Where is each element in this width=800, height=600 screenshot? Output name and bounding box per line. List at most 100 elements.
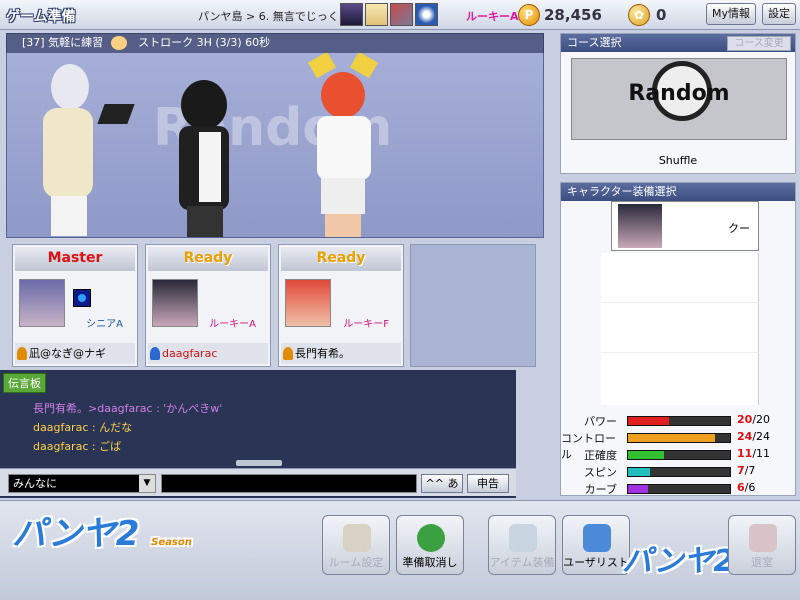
user-icon <box>17 347 27 360</box>
cookie-amount: 0 <box>656 6 667 24</box>
my-info-button[interactable]: My情報 <box>706 3 757 25</box>
stat-curve: カーブ 6/6 <box>584 481 756 496</box>
player-username-bar: 凪@なぎ@ナギ <box>15 343 135 364</box>
flask-icon <box>509 524 537 552</box>
player-username: 長門有希。 <box>295 347 350 360</box>
player-character-name: ルーキーF <box>343 319 389 330</box>
player-card-2[interactable]: Ready ルーキーA daagfarac <box>145 244 271 367</box>
player-status: Master <box>15 247 135 271</box>
rank-label: ルーキーA <box>466 10 519 23</box>
game-logo-small: パンヤ2 <box>622 536 734 580</box>
leave-room-label: 退室 <box>751 556 773 569</box>
stat-spin: スピン 7/7 <box>584 464 756 479</box>
avatar <box>19 279 65 327</box>
player-character-name: シニアA <box>86 319 123 330</box>
cookie-icon: ✿ <box>628 4 650 26</box>
item-equip-label: アイテム装備 <box>489 556 555 569</box>
cancel-ready-label: 準備取消し <box>402 556 458 569</box>
leave-room-button[interactable]: 退室 <box>728 515 796 575</box>
avatar <box>285 279 331 327</box>
stat-label: パワー <box>584 415 617 428</box>
player-username: 凪@なぎ@ナギ <box>29 347 106 360</box>
stat-current: 24 <box>737 430 753 443</box>
stat-current: 7 <box>737 464 745 477</box>
course-select-panel: コース選択 コース変更 Random Shuffle <box>560 33 796 174</box>
course-image-text: Random <box>628 81 730 106</box>
gem-icon <box>73 289 91 307</box>
pang-amount: 28,456 <box>544 6 602 24</box>
chat-input-bar: みんなに ▼ ^^ あ 申告 <box>0 468 516 496</box>
stat-max: 6 <box>748 481 756 494</box>
chat-tab[interactable]: 伝言板 <box>3 373 46 393</box>
smile-icon <box>110 36 127 50</box>
empty-player-slot <box>410 244 536 367</box>
player-card-1[interactable]: Master シニアA 凪@なぎ@ナギ <box>12 244 138 367</box>
chat-line: daagfarac : んだな <box>33 421 133 434</box>
chat-resize-handle[interactable] <box>236 460 282 466</box>
equipment-panel: キャラクター装備選択 クー パワー 20/20 コントロール 24/24 正確度… <box>560 182 796 496</box>
cancel-ready-button[interactable]: 準備取消し <box>396 515 464 575</box>
course-change-button[interactable]: コース変更 <box>727 36 791 51</box>
stat-control: コントロール 24/24 <box>561 430 771 461</box>
course-name: Shuffle <box>658 154 698 167</box>
equipment-slots[interactable] <box>601 253 759 405</box>
logo-text: パンヤ2 <box>622 544 735 579</box>
avatar <box>365 3 388 26</box>
stat-current: 6 <box>737 481 745 494</box>
character-select-slot[interactable]: クー <box>611 201 759 251</box>
player-status: Ready <box>281 247 401 271</box>
selected-character-name: クー <box>728 222 750 235</box>
room-title: [37] 気軽に練習 <box>22 36 104 49</box>
player-username: daagfarac <box>162 347 218 360</box>
player-card-3[interactable]: Ready ルーキーF 長門有希。 <box>278 244 404 367</box>
stat-max: 20 <box>756 413 771 426</box>
emote-kana-button[interactable]: ^^ あ <box>421 474 463 493</box>
stat-label: スピン <box>584 466 617 479</box>
player-avatars <box>340 3 438 26</box>
avatar <box>340 3 363 26</box>
room-settings-button[interactable]: ルーム設定 <box>322 515 390 575</box>
avatar <box>618 204 662 248</box>
room-mode: ストローク 3H (3/3) 60秒 <box>138 36 271 49</box>
stat-label: 正確度 <box>584 449 617 462</box>
stat-current: 20 <box>737 413 753 426</box>
chat-channel-select[interactable]: みんなに ▼ <box>8 474 156 493</box>
flag-icon <box>417 524 445 552</box>
avatar <box>152 279 198 327</box>
house-icon <box>343 524 371 552</box>
stat-power: パワー 20/20 <box>584 413 771 428</box>
room-settings-label: ルーム設定 <box>328 556 384 569</box>
stat-max: 11 <box>756 447 771 460</box>
stat-max: 24 <box>756 430 771 443</box>
chat-line: daagfarac : ごば <box>33 440 122 453</box>
stat-max: 7 <box>748 464 756 477</box>
user-list-button[interactable]: ユーザリスト <box>562 515 630 575</box>
character-stage: Random <box>6 33 544 238</box>
player-username-bar: daagfarac <box>148 343 268 364</box>
pang-coin-icon: P <box>518 4 540 26</box>
equipment-panel-title: キャラクター装備選択 <box>561 183 795 201</box>
course-image: Random <box>571 58 787 140</box>
user-list-icon <box>583 524 611 552</box>
player-status: Ready <box>148 247 268 271</box>
avatar <box>415 3 438 26</box>
game-logo: パンヤ2 Season <box>12 506 192 555</box>
avatar <box>390 3 413 26</box>
settings-button[interactable]: 設定 <box>762 3 796 25</box>
chat-input[interactable] <box>161 474 417 493</box>
user-list-label: ユーザリスト <box>563 556 629 569</box>
breadcrumb: パンヤ島 > 6. 無言でじっくり <box>198 10 350 23</box>
logo-season: Season <box>151 537 192 548</box>
report-button[interactable]: 申告 <box>467 474 509 493</box>
stat-current: 11 <box>737 447 753 460</box>
logo-text: パンヤ2 <box>12 514 140 554</box>
chat-channel-value: みんなに <box>13 477 57 490</box>
item-equip-button[interactable]: アイテム装備 <box>488 515 556 575</box>
user-icon <box>283 347 293 360</box>
user-icon <box>150 347 160 360</box>
room-info-bar: [37] 気軽に練習 ストローク 3H (3/3) 60秒 <box>6 33 544 53</box>
chat-line: 長門有希。>daagfarac : 'かんぺきw' <box>33 402 223 415</box>
door-icon <box>749 524 777 552</box>
stat-accuracy: 正確度 11/11 <box>584 447 771 462</box>
top-bar: ゲーム準備 パンヤ島 > 6. 無言でじっくり ルーキーA P 28,456 ✿… <box>0 0 800 30</box>
